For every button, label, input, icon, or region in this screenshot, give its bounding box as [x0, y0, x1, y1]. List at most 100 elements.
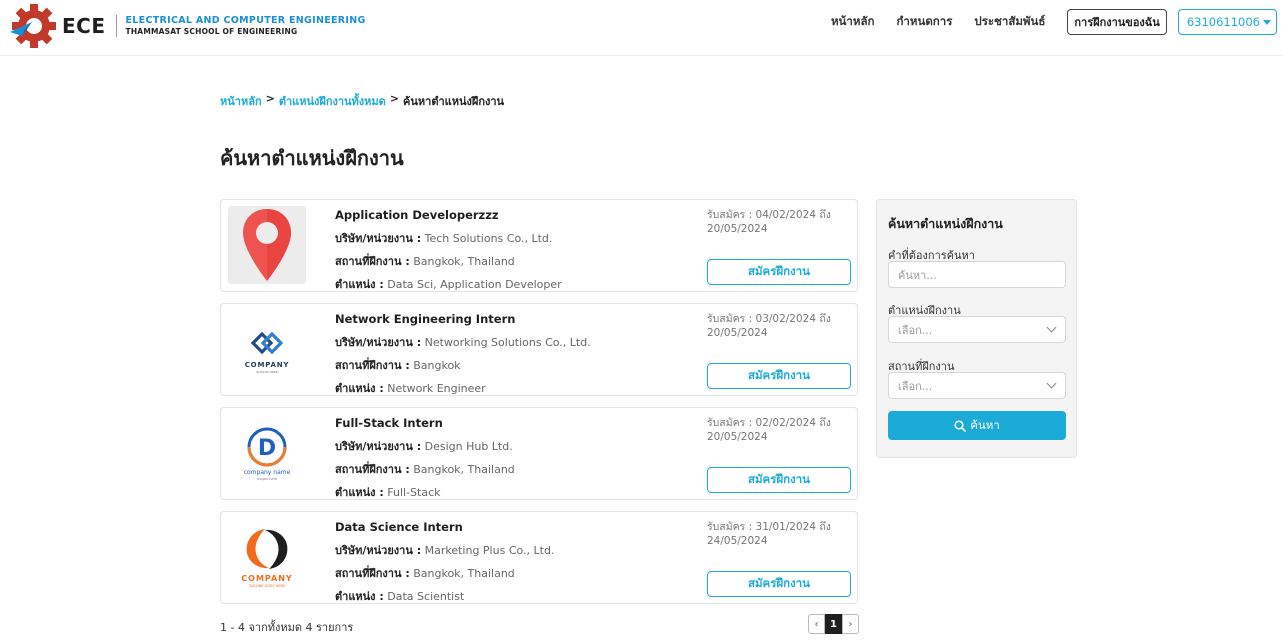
caret-down-icon	[1263, 19, 1271, 25]
breadcrumb: หน้าหลัก > ตำแหน่งฝึกงานทั้งหมด > ค้นหาต…	[220, 92, 504, 110]
job-info: Application Developerzzz บริษัท/หน่วยงาน…	[335, 208, 695, 298]
logo-tagline-text: SLOGAN HERE	[256, 370, 278, 374]
company-line: บริษัท/หน่วยงาน : Networking Solutions C…	[335, 333, 695, 351]
location-line: สถานที่ฝึกงาน : Bangkok	[335, 356, 695, 374]
position-label: ตำแหน่ง :	[335, 382, 384, 395]
apply-button[interactable]: สมัครฝึกงาน	[707, 259, 851, 285]
user-id: 6310611006	[1186, 15, 1260, 29]
ring-logo-icon: COMPANY TAGLINE GOES HERE	[241, 529, 292, 588]
job-card[interactable]: Application Developerzzz บริษัท/หน่วยงาน…	[220, 199, 858, 292]
logo-text: ELECTRICAL AND COMPUTER ENGINEERING THAM…	[126, 15, 366, 37]
company-label: บริษัท/หน่วยงาน :	[335, 440, 422, 453]
date-line2: 20/05/2024	[707, 223, 768, 235]
position-value: Data Sci, Application Developer	[387, 278, 562, 291]
breadcrumb-separator: >	[265, 92, 275, 105]
gear-logo-icon	[10, 4, 56, 48]
logo-line2: THAMMASAT SCHOOL OF ENGINEERING	[125, 27, 298, 36]
date-line1: รับสมัคร : 03/02/2024 ถึง	[707, 313, 831, 325]
chevron-down-icon	[1046, 378, 1057, 389]
job-info: Full-Stack Intern บริษัท/หน่วยงาน : Desi…	[335, 416, 695, 506]
location-line: สถานที่ฝึกงาน : Bangkok, Thailand	[335, 564, 695, 582]
company-label: บริษัท/หน่วยงาน :	[335, 232, 422, 245]
location-label: สถานที่ฝึกงาน :	[335, 359, 410, 372]
my-internship-button[interactable]: การฝึกงานของฉัน	[1067, 9, 1167, 35]
date-line1: รับสมัคร : 31/01/2024 ถึง	[707, 521, 831, 533]
position-select[interactable]: เลือก...	[888, 316, 1066, 343]
keyword-placeholder: ค้นหา...	[898, 268, 937, 282]
job-title[interactable]: Application Developerzzz	[335, 208, 695, 222]
location-line: สถานที่ฝึกงาน : Bangkok, Thailand	[335, 460, 695, 478]
breadcrumb-all-positions[interactable]: ตำแหน่งฝึกงานทั้งหมด	[279, 92, 386, 110]
top-header: ECE ELECTRICAL AND COMPUTER ENGINEERING …	[0, 0, 1283, 56]
logo-divider	[115, 15, 117, 37]
ece-logo[interactable]: ECE ELECTRICAL AND COMPUTER ENGINEERING …	[8, 2, 366, 50]
search-button-label: ค้นหา	[970, 417, 1000, 432]
job-title[interactable]: Full-Stack Intern	[335, 416, 695, 430]
company-logo: COMPANY TAGLINE GOES HERE	[228, 518, 306, 596]
location-line: สถานที่ฝึกงาน : Bangkok, Thailand	[335, 252, 695, 270]
company-logo	[228, 206, 306, 284]
job-info: Network Engineering Intern บริษัท/หน่วยง…	[335, 312, 695, 402]
letter-d-logo-icon: D company name slogan here	[244, 427, 291, 481]
location-select-value: เลือก...	[898, 379, 933, 393]
user-menu-button[interactable]: 6310611006	[1177, 9, 1277, 35]
position-label: ตำแหน่ง :	[335, 590, 384, 603]
position-line: ตำแหน่ง : Full-Stack	[335, 483, 695, 501]
position-value: Network Engineer	[387, 382, 486, 395]
apply-button[interactable]: สมัครฝึกงาน	[707, 571, 851, 597]
date-line2: 24/05/2024	[707, 535, 768, 547]
search-panel-title: ค้นหาตำแหน่งฝึกงาน	[888, 216, 1003, 231]
job-card[interactable]: COMPANY SLOGAN HERE Network Engineering …	[220, 303, 858, 396]
application-period: รับสมัคร : 31/01/2024 ถึง 24/05/2024	[707, 520, 847, 548]
position-label: ตำแหน่ง :	[335, 486, 384, 499]
logo-company-text: company name	[244, 469, 291, 476]
chevron-down-icon	[1046, 322, 1057, 333]
job-title[interactable]: Data Science Intern	[335, 520, 695, 534]
page-title: ค้นหาตำแหน่งฝึกงาน	[220, 146, 404, 170]
logo-company-text: COMPANY	[241, 574, 292, 583]
position-value: Full-Stack	[387, 486, 441, 499]
location-value: Bangkok, Thailand	[413, 463, 515, 476]
company-label: บริษัท/หน่วยงาน :	[335, 336, 422, 349]
company-logo: COMPANY SLOGAN HERE	[228, 310, 306, 388]
location-value: Bangkok, Thailand	[413, 255, 515, 268]
company-line: บริษัท/หน่วยงาน : Marketing Plus Co., Lt…	[335, 541, 695, 559]
location-value: Bangkok	[413, 359, 461, 372]
apply-button[interactable]: สมัครฝึกงาน	[707, 467, 851, 493]
next-page-button[interactable]: ›	[842, 614, 859, 634]
pagination: ‹ 1 ›	[808, 614, 859, 634]
map-pin-icon	[243, 209, 291, 281]
nav-home[interactable]: หน้าหลัก	[831, 13, 875, 31]
application-period: รับสมัคร : 02/02/2024 ถึง 20/05/2024	[707, 416, 847, 444]
nav-news[interactable]: ประชาสัมพันธ์	[974, 13, 1045, 31]
breadcrumb-home[interactable]: หน้าหลัก	[220, 92, 262, 110]
job-title[interactable]: Network Engineering Intern	[335, 312, 695, 326]
company-value: Marketing Plus Co., Ltd.	[424, 544, 555, 557]
logo-tagline-text: TAGLINE GOES HERE	[248, 584, 285, 588]
position-line: ตำแหน่ง : Network Engineer	[335, 379, 695, 397]
search-panel: ค้นหาตำแหน่งฝึกงาน คำที่ต้องการค้นหา ค้น…	[876, 199, 1077, 458]
breadcrumb-current: ค้นหาตำแหน่งฝึกงาน	[403, 95, 505, 108]
application-period: รับสมัคร : 03/02/2024 ถึง 20/05/2024	[707, 312, 847, 340]
position-label: ตำแหน่ง :	[335, 278, 384, 291]
logo-tagline-text: slogan here	[257, 477, 278, 481]
company-value: Tech Solutions Co., Ltd.	[424, 232, 553, 245]
keyword-input[interactable]: ค้นหา...	[888, 261, 1066, 288]
company-value: Networking Solutions Co., Ltd.	[424, 336, 591, 349]
result-count: 1 - 4 จากทั้งหมด 4 รายการ	[220, 621, 354, 634]
page-1-button[interactable]: 1	[825, 614, 842, 634]
logo-line1: ELECTRICAL AND COMPUTER ENGINEERING	[125, 15, 366, 26]
company-line: บริษัท/หน่วยงาน : Design Hub Ltd.	[335, 437, 695, 455]
company-label: บริษัท/หน่วยงาน :	[335, 544, 422, 557]
apply-button[interactable]: สมัครฝึกงาน	[707, 363, 851, 389]
job-card[interactable]: COMPANY TAGLINE GOES HERE Data Science I…	[220, 511, 858, 604]
date-line2: 20/05/2024	[707, 327, 768, 339]
main-nav: หน้าหลัก กำหนดการ ประชาสัมพันธ์ การฝึกงา…	[831, 9, 1277, 35]
application-period: รับสมัคร : 04/02/2024 ถึง 20/05/2024	[707, 208, 847, 236]
job-card[interactable]: D company name slogan here Full-Stack In…	[220, 407, 858, 500]
search-button[interactable]: ค้นหา	[888, 411, 1066, 440]
prev-page-button[interactable]: ‹	[808, 614, 825, 634]
nav-schedule[interactable]: กำหนดการ	[896, 13, 952, 31]
date-line1: รับสมัคร : 04/02/2024 ถึง	[707, 209, 831, 221]
location-select[interactable]: เลือก...	[888, 372, 1066, 399]
